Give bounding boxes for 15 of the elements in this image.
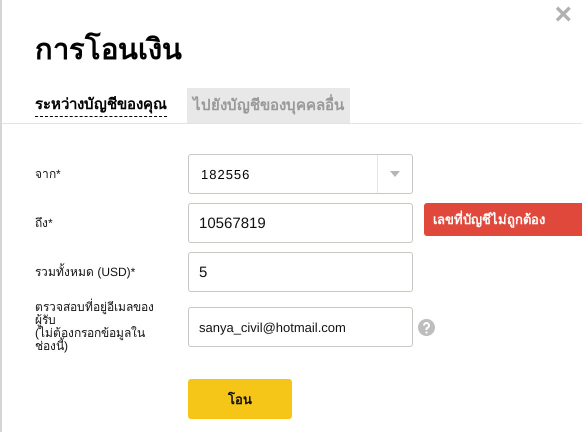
- transfer-button[interactable]: โอน: [188, 379, 292, 419]
- field-label: ถึง*: [35, 216, 54, 230]
- tab[interactable]: ระหว่างบัญชีของคุณ: [35, 87, 167, 117]
- input-field[interactable]: sanya_civil@hotmail.com: [188, 307, 413, 347]
- field-label: ตรวจสอบที่อยู่อีเมลของผู้รับ: [35, 301, 155, 327]
- input-field[interactable]: 5: [188, 252, 413, 292]
- dialog-title: การโอนเงิน: [34, 31, 182, 68]
- field-label: จาก*: [35, 168, 62, 180]
- caret-icon: [390, 171, 400, 177]
- field-label: รวมทั้งหมด (USD)*: [35, 266, 136, 278]
- help-icon[interactable]: [418, 318, 435, 336]
- error-tooltip: เลขที่บัญชีไม่ถูกต้อง: [424, 203, 582, 236]
- account-select[interactable]: 182556: [188, 154, 413, 194]
- input-field[interactable]: 10567819: [188, 203, 413, 243]
- field-note: (ไม่ต้องกรอกข้อมูลในช่องนี้): [35, 327, 146, 353]
